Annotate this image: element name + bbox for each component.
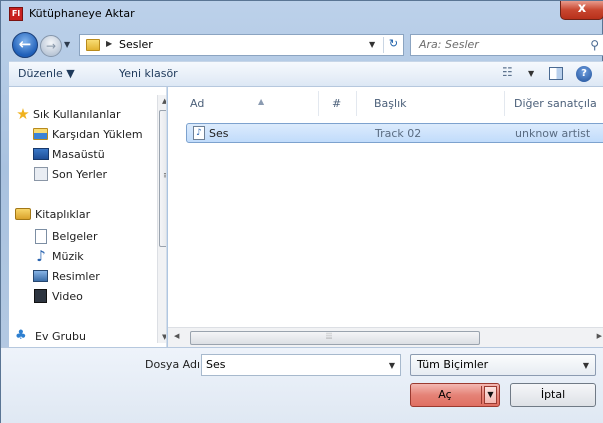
folder-icon	[86, 39, 100, 51]
column-header-label: Ad	[190, 97, 205, 110]
change-view-icon[interactable]: ☷	[502, 65, 513, 79]
open-button-divider	[481, 386, 482, 404]
search-placeholder: Ara: Sesler	[419, 38, 479, 51]
back-button[interactable]: ←	[12, 32, 38, 58]
nav-item-libraries[interactable]: Kitaplıklar	[9, 205, 157, 225]
scroll-thumb[interactable]: ≡	[159, 110, 166, 247]
list-horizontal-scrollbar[interactable]: ◀ ⦙⦙⦙ ▶	[168, 327, 603, 347]
nav-item-label: Kitaplıklar	[35, 208, 91, 221]
nav-item-pictures[interactable]: Resimler	[9, 267, 157, 287]
file-type-dropdown-icon[interactable]: ▼	[583, 361, 589, 370]
cell-title: Track 02	[375, 127, 422, 140]
music-icon: ♪	[36, 247, 46, 265]
nav-item-documents[interactable]: Belgeler	[9, 227, 157, 247]
file-list: Ad ▲ # Başlık Diğer sanatçıla ♪ Ses Trac…	[168, 87, 603, 327]
column-header-title[interactable]: Başlık	[374, 97, 407, 110]
help-icon[interactable]: ?	[576, 66, 592, 82]
open-dialog-window: Fl Kütüphaneye Aktar x ← → ▼ ▶ Sesler ▼ …	[0, 0, 603, 423]
cancel-button[interactable]: İptal	[510, 383, 596, 407]
nav-item-recent-places[interactable]: Son Yerler	[9, 165, 157, 185]
nav-item-label: Sık Kullanılanlar	[33, 108, 121, 121]
address-bar[interactable]: ▶ Sesler ▼ ↻	[79, 34, 404, 56]
open-button[interactable]: Aç ▼	[410, 383, 500, 407]
scroll-grip-icon: ⦙⦙⦙	[326, 332, 333, 342]
search-icon[interactable]: ⚲	[590, 38, 599, 52]
open-options-dropdown-icon[interactable]: ▼	[484, 386, 497, 404]
scroll-up-arrow-icon[interactable]: ▲	[162, 97, 166, 105]
command-bar: Düzenle ▼ Yeni klasör ☷ ▼ ?	[9, 61, 603, 87]
filename-field[interactable]: Ses ▼	[201, 354, 401, 376]
column-divider[interactable]	[356, 91, 357, 116]
libraries-icon	[15, 208, 31, 220]
nav-item-label: Belgeler	[52, 230, 98, 243]
scroll-thumb[interactable]: ⦙⦙⦙	[190, 331, 480, 345]
window-title: Kütüphaneye Aktar	[29, 7, 135, 20]
scroll-left-arrow-icon[interactable]: ◀	[174, 332, 179, 340]
column-header-number[interactable]: #	[332, 97, 341, 110]
documents-icon	[35, 229, 47, 244]
sort-ascending-icon: ▲	[258, 97, 265, 106]
refresh-icon[interactable]: ↻	[383, 37, 403, 53]
cell-artist: unknow artist	[515, 127, 591, 140]
nav-item-label: Son Yerler	[52, 168, 108, 181]
nav-item-label: Ev Grubu	[35, 330, 86, 343]
open-button-label[interactable]: Aç	[411, 388, 479, 401]
desktop-icon	[33, 148, 49, 160]
organize-button[interactable]: Düzenle ▼	[18, 67, 75, 80]
close-button[interactable]: x	[560, 1, 603, 20]
preview-pane-icon[interactable]	[549, 67, 563, 80]
breadcrumb-chevron-icon[interactable]: ▶	[106, 39, 112, 48]
video-icon	[34, 289, 47, 303]
nav-item-label: Müzik	[52, 250, 84, 263]
nav-item-label: Karşıdan Yüklem	[52, 128, 143, 141]
column-divider[interactable]	[318, 91, 319, 116]
nav-item-homegroup[interactable]: ♣ Ev Grubu	[9, 327, 157, 347]
nav-vertical-scrollbar[interactable]: ▲ ≡ ▼	[157, 95, 166, 343]
filename-dropdown-icon[interactable]: ▼	[389, 361, 395, 370]
nav-item-favorites[interactable]: ★ Sık Kullanılanlar	[9, 105, 157, 125]
nav-item-video[interactable]: Video	[9, 287, 157, 307]
table-row[interactable]: ♪ Ses Track 02 unknow artist	[186, 123, 603, 143]
recent-places-icon	[34, 167, 48, 181]
file-type-value: Tüm Biçimler	[417, 358, 489, 371]
view-options-dropdown-icon[interactable]: ▼	[528, 69, 534, 78]
breadcrumb-current[interactable]: Sesler	[119, 38, 153, 51]
scroll-grip-icon: ≡	[163, 171, 166, 181]
navigation-pane: ★ Sık Kullanılanlar Karşıdan Yüklem Masa…	[9, 87, 167, 347]
homegroup-icon: ♣	[15, 328, 27, 343]
filename-label: Dosya Adı:	[145, 358, 204, 371]
nav-item-label: Video	[52, 290, 83, 303]
column-divider[interactable]	[504, 91, 505, 116]
address-dropdown-icon[interactable]: ▼	[369, 40, 375, 49]
address-row: ← → ▼ ▶ Sesler ▼ ↻ Ara: Sesler ⚲	[1, 29, 603, 61]
scroll-down-arrow-icon[interactable]: ▼	[162, 333, 166, 341]
cell-name: Ses	[209, 127, 229, 140]
pictures-icon	[33, 270, 48, 282]
title-bar: Fl Kütüphaneye Aktar x	[1, 1, 603, 29]
downloads-folder-icon	[33, 128, 48, 140]
search-input[interactable]: Ara: Sesler ⚲	[410, 34, 603, 56]
new-folder-button[interactable]: Yeni klasör	[119, 67, 178, 80]
nav-item-music[interactable]: ♪ Müzik	[9, 247, 157, 267]
file-type-select[interactable]: Tüm Biçimler ▼	[410, 354, 596, 376]
recent-pages-dropdown[interactable]: ▼	[64, 40, 70, 49]
forward-button[interactable]: →	[40, 35, 62, 57]
scroll-right-arrow-icon[interactable]: ▶	[597, 332, 602, 340]
nav-item-label: Masaüstü	[52, 148, 105, 161]
nav-item-desktop[interactable]: Masaüstü	[9, 145, 157, 165]
app-icon: Fl	[9, 7, 23, 21]
star-icon: ★	[16, 105, 30, 123]
nav-item-label: Resimler	[52, 270, 100, 283]
audio-file-icon: ♪	[193, 126, 205, 140]
nav-item-downloads[interactable]: Karşıdan Yüklem	[9, 125, 157, 145]
column-header-name[interactable]: Ad ▲	[190, 97, 264, 110]
file-name-pane: Dosya Adı: Ses ▼ Tüm Biçimler ▼ Aç ▼ İpt…	[1, 347, 603, 423]
column-header-other-artists[interactable]: Diğer sanatçıla	[514, 97, 597, 110]
filename-value[interactable]: Ses	[206, 358, 225, 371]
